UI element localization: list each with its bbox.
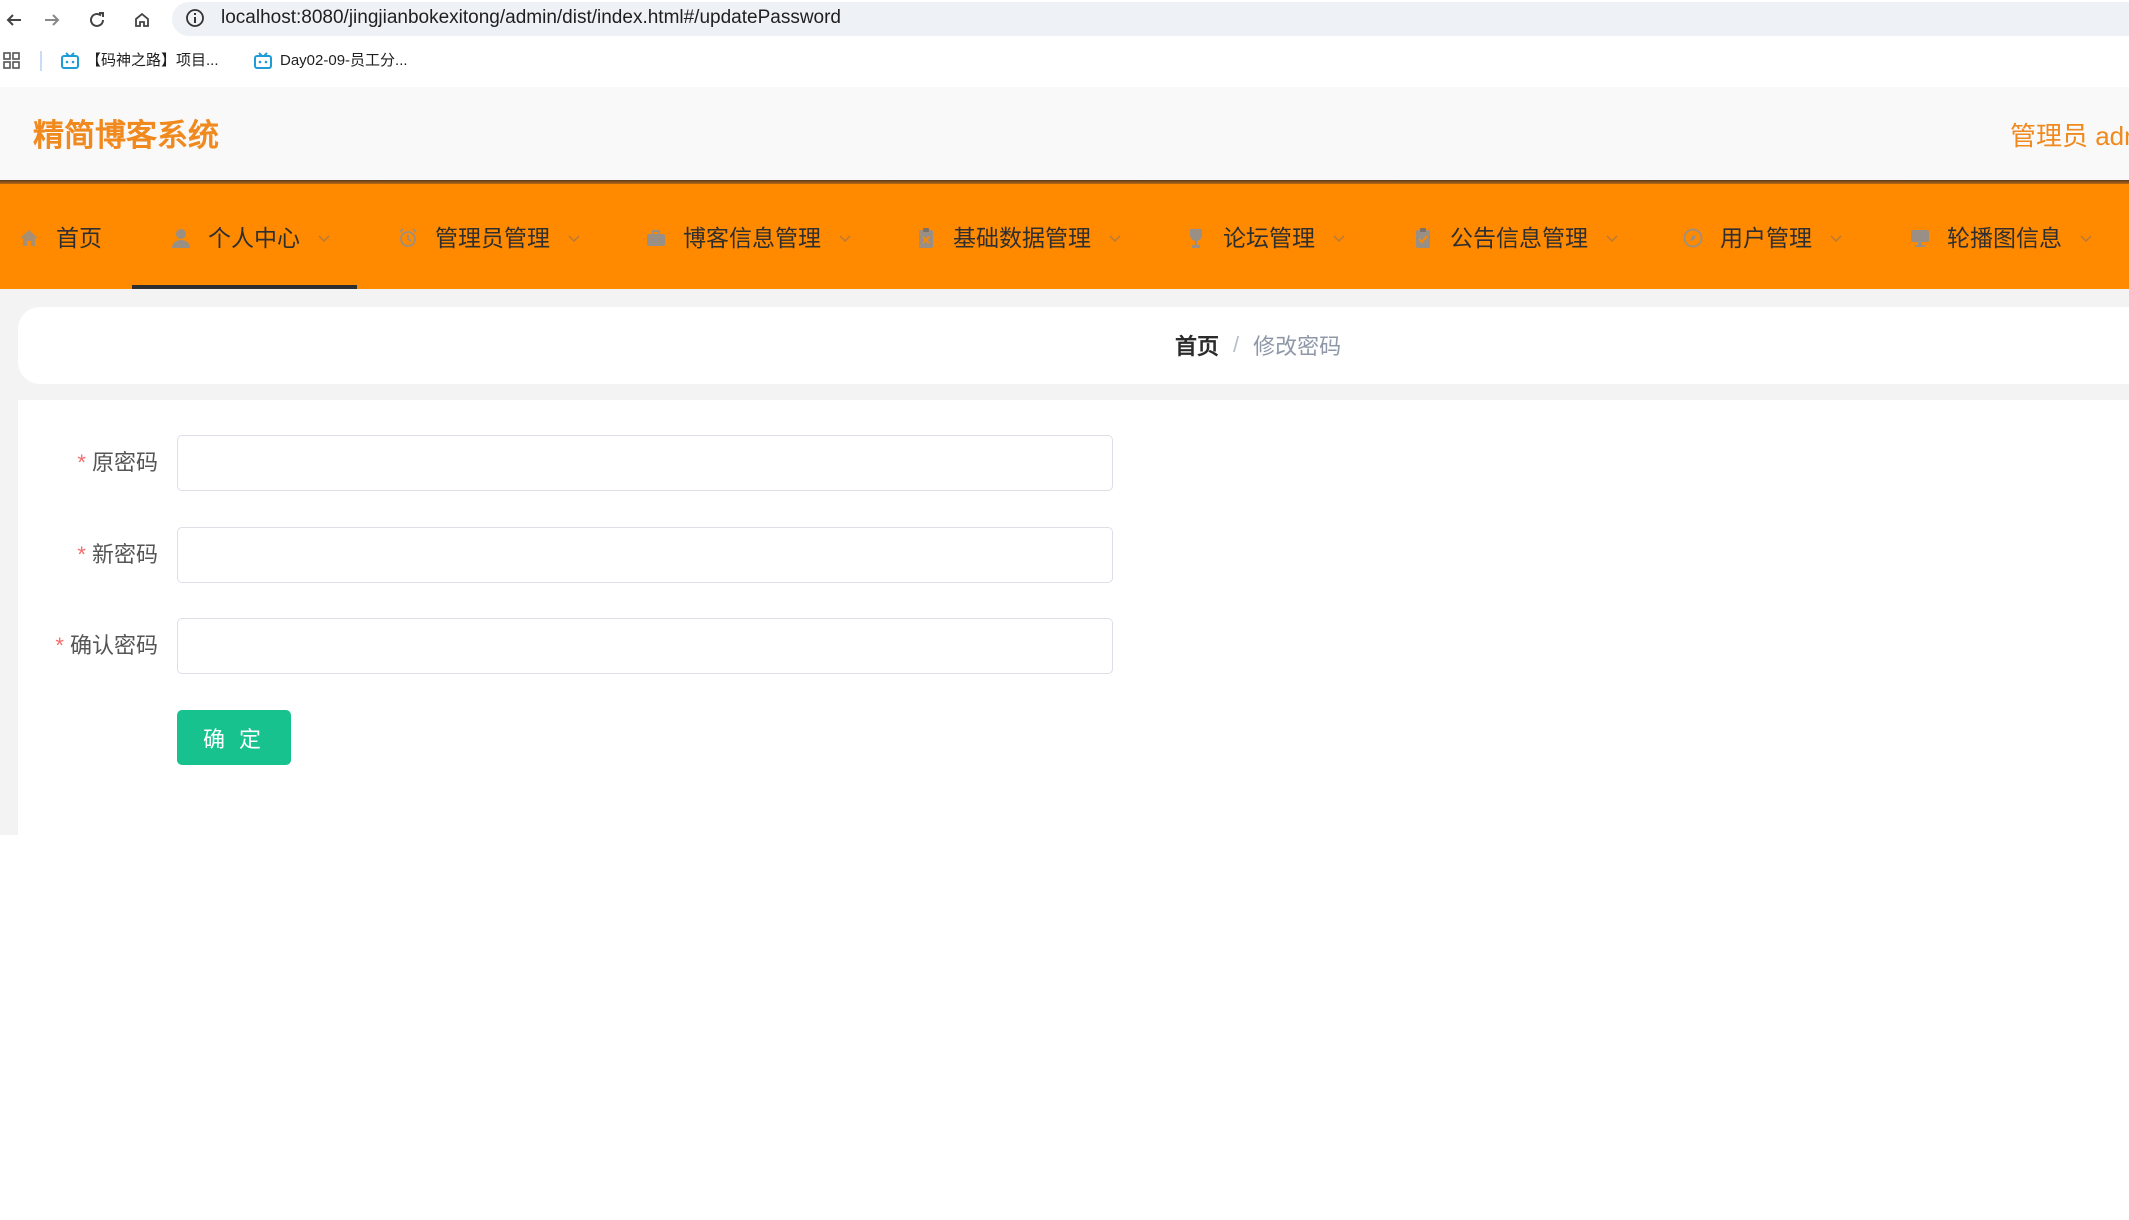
nav-item-basic-data[interactable]: 基础数据管理 <box>915 220 1123 256</box>
label-text: 确认密码 <box>69 633 158 658</box>
apps-grid-icon[interactable] <box>3 52 21 70</box>
nav-item-user-management[interactable]: 用户管理 <box>1682 220 1844 256</box>
user-name[interactable]: 管理员 adm <box>2010 121 2129 151</box>
trophy-icon <box>1185 227 1207 249</box>
required-mark: * <box>77 542 86 567</box>
breadcrumb-current: 修改密码 <box>1253 334 1342 359</box>
required-mark: * <box>55 633 64 658</box>
home-icon <box>18 227 40 249</box>
breadcrumb-container <box>18 307 2129 384</box>
chevron-down-icon <box>2078 230 2094 246</box>
nav-label: 管理员管理 <box>435 225 550 251</box>
bookmark-item[interactable]: Day02-09-员工分... <box>280 51 408 71</box>
app-title: 精简博客系统 <box>33 118 219 153</box>
bookmark-tv-icon <box>253 52 273 70</box>
chevron-down-icon <box>837 230 853 246</box>
info-icon[interactable] <box>184 7 206 29</box>
user-icon <box>170 227 192 249</box>
chevron-down-icon <box>1828 230 1844 246</box>
label-text: 原密码 <box>91 450 158 475</box>
alarm-icon <box>397 227 419 249</box>
compass-icon <box>1682 227 1704 249</box>
nav-label: 公告信息管理 <box>1450 225 1588 251</box>
reload-icon[interactable] <box>83 6 111 34</box>
clipboard-check-icon <box>1412 227 1434 249</box>
user-menu[interactable]: 管理员 adm <box>2010 116 2129 156</box>
nav-item-personal-center[interactable]: 个人中心 <box>170 220 332 256</box>
confirm-password-label: * 确认密码 <box>40 631 158 661</box>
breadcrumb-separator: / <box>1233 332 1240 357</box>
nav-item-admin-management[interactable]: 管理员管理 <box>397 220 582 256</box>
breadcrumb-home[interactable]: 首页 <box>1175 329 1219 361</box>
forward-icon[interactable] <box>38 6 66 34</box>
new-password-field[interactable] <box>177 527 1113 583</box>
confirm-password-field[interactable] <box>177 618 1113 674</box>
new-password-label: * 新密码 <box>40 540 158 570</box>
nav-label: 用户管理 <box>1720 225 1812 251</box>
monitor-icon <box>1909 227 1931 249</box>
confirm-button[interactable]: 确 定 <box>177 710 291 765</box>
nav-item-blog-management[interactable]: 博客信息管理 <box>645 220 853 256</box>
chevron-down-icon <box>1331 230 1347 246</box>
nav-label: 个人中心 <box>208 225 300 251</box>
chevron-down-icon <box>566 230 582 246</box>
back-icon[interactable] <box>0 6 28 34</box>
label-text: 新密码 <box>91 542 158 567</box>
required-mark: * <box>77 450 86 475</box>
bookmark-tv-icon <box>60 52 80 70</box>
bookmark-separator <box>40 51 42 71</box>
old-password-label: * 原密码 <box>40 448 158 478</box>
nav-label: 首页 <box>56 225 102 251</box>
chevron-down-icon <box>316 230 332 246</box>
app-header <box>0 87 2129 180</box>
nav-item-home[interactable]: 首页 <box>18 220 102 256</box>
nav-item-carousel[interactable]: 轮播图信息 <box>1909 220 2094 256</box>
bookmark-item[interactable]: 【码神之路】项目... <box>86 51 219 71</box>
nav-item-forum-management[interactable]: 论坛管理 <box>1185 220 1347 256</box>
clipboard-icon <box>915 227 937 249</box>
nav-label: 博客信息管理 <box>683 225 821 251</box>
breadcrumb: 首页 / 修改密码 <box>1175 330 1341 360</box>
old-password-field[interactable] <box>177 435 1113 491</box>
home-icon[interactable] <box>128 6 156 34</box>
url-text[interactable]: localhost:8080/jingjianbokexitong/admin/… <box>221 5 841 31</box>
nav-label: 轮播图信息 <box>1947 225 2062 251</box>
chevron-down-icon <box>1107 230 1123 246</box>
nav-label: 论坛管理 <box>1223 225 1315 251</box>
nav-label: 基础数据管理 <box>953 225 1091 251</box>
nav-item-notice-management[interactable]: 公告信息管理 <box>1412 220 1620 256</box>
briefcase-icon <box>645 227 667 249</box>
chevron-down-icon <box>1604 230 1620 246</box>
